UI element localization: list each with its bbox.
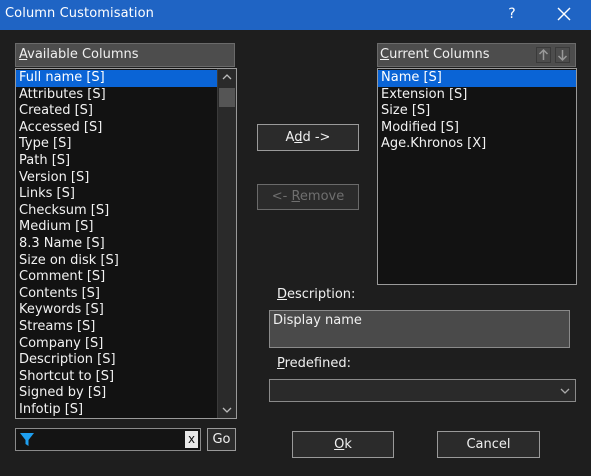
current-columns-header-mnemonic: C <box>380 47 390 62</box>
predefined-label-mnemonic: P <box>277 356 285 371</box>
remove-button-label-b: emove <box>299 189 345 204</box>
move-down-button[interactable] <box>555 47 570 63</box>
chevron-down-icon <box>222 407 232 413</box>
description-label-mnemonic: D <box>277 287 288 302</box>
list-item[interactable]: Extension [S] <box>378 87 576 104</box>
list-item[interactable]: Company [S] <box>16 336 217 353</box>
remove-button-label-a: <- <box>271 189 292 204</box>
description-field[interactable]: Display name <box>269 310 570 348</box>
available-columns-items: Full name [S] Attributes [S] Created [S] Ac… <box>16 70 217 418</box>
list-item[interactable]: Contents [S] <box>16 286 217 303</box>
available-columns-scrollbar[interactable] <box>217 69 236 418</box>
predefined-label-text: redefined: <box>284 356 351 371</box>
scroll-up-button[interactable] <box>218 69 236 86</box>
add-button-label-a: A <box>285 130 295 145</box>
help-button[interactable]: ? <box>502 3 522 25</box>
list-item[interactable]: Links [S] <box>16 186 217 203</box>
current-columns-list[interactable]: Name [S] Extension [S] Size [S] Modified [S… <box>377 68 577 285</box>
list-item[interactable]: Shortcut to [S] <box>16 369 217 386</box>
filter-icon <box>20 433 34 446</box>
title-bar: Column Customisation ? <box>0 0 591 30</box>
remove-button[interactable]: <- Remove <box>257 184 359 210</box>
close-button[interactable] <box>548 3 578 25</box>
cancel-button[interactable]: Cancel <box>437 431 540 458</box>
list-item[interactable]: Checksum [S] <box>16 203 217 220</box>
scroll-down-button[interactable] <box>218 401 236 418</box>
list-item[interactable]: Infotip [S] <box>16 402 217 419</box>
list-item[interactable]: Age.Khronos [X] <box>378 136 576 153</box>
list-item[interactable]: Name [S] <box>378 70 576 87</box>
arrow-up-icon <box>538 48 549 60</box>
available-columns-list[interactable]: Full name [S] Attributes [S] Created [S] Ac… <box>15 68 237 419</box>
current-columns-header: Current Columns <box>377 43 576 67</box>
current-columns-items: Name [S] Extension [S] Size [S] Modified [S… <box>378 70 576 153</box>
filter-input[interactable]: x <box>15 428 201 451</box>
ok-button-mnemonic: O <box>334 437 345 452</box>
close-icon <box>557 7 571 21</box>
chevron-down-icon <box>560 388 570 394</box>
list-item[interactable]: Streams [S] <box>16 319 217 336</box>
list-item[interactable]: Created [S] <box>16 103 217 120</box>
list-item[interactable]: 8.3 Name [S] <box>16 236 217 253</box>
move-up-button[interactable] <box>536 47 551 63</box>
list-item[interactable]: Full name [S] <box>16 70 217 87</box>
ok-button[interactable]: Ok <box>292 431 394 458</box>
list-item[interactable]: Signed by [S] <box>16 385 217 402</box>
add-button[interactable]: Add -> <box>257 124 359 151</box>
predefined-dropdown[interactable] <box>269 379 576 402</box>
remove-button-mnemonic: R <box>291 189 300 204</box>
list-item[interactable]: Description [S] <box>16 352 217 369</box>
ok-button-label: k <box>344 437 352 452</box>
list-item[interactable]: Version [S] <box>16 170 217 187</box>
scroll-thumb[interactable] <box>219 88 235 107</box>
list-item[interactable]: Attributes [S] <box>16 87 217 104</box>
chevron-up-icon <box>222 74 232 80</box>
list-item[interactable]: Size [S] <box>378 103 576 120</box>
list-item[interactable]: Medium [S] <box>16 219 217 236</box>
description-label-text: escription: <box>287 287 356 302</box>
arrow-down-icon <box>557 50 568 62</box>
available-columns-header-mnemonic: A <box>19 47 28 62</box>
list-item[interactable]: Size on disk [S] <box>16 253 217 270</box>
list-item[interactable]: Comment [S] <box>16 269 217 286</box>
list-item[interactable]: Modified [S] <box>378 120 576 137</box>
available-columns-header: Available Columns <box>15 43 235 67</box>
available-columns-header-label: vailable Columns <box>27 47 139 62</box>
predefined-label: Predefined: <box>277 356 351 371</box>
list-item[interactable]: Type [S] <box>16 136 217 153</box>
window-title: Column Customisation <box>5 6 154 21</box>
clear-filter-button[interactable]: x <box>185 431 198 448</box>
list-item[interactable]: Keywords [S] <box>16 302 217 319</box>
go-button[interactable]: Go <box>207 428 236 451</box>
list-item[interactable]: Path [S] <box>16 153 217 170</box>
current-columns-header-label: urrent Columns <box>389 47 490 62</box>
add-button-label-b: d -> <box>302 130 331 145</box>
description-label: Description: <box>277 287 355 302</box>
list-item[interactable]: Accessed [S] <box>16 120 217 137</box>
